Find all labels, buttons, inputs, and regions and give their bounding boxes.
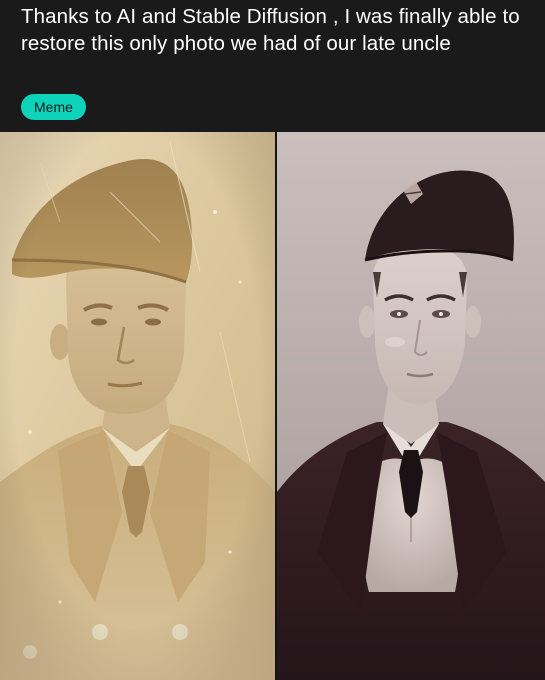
- post-image[interactable]: [0, 132, 545, 680]
- restored-photo: [277, 132, 545, 680]
- post-title[interactable]: Thanks to AI and Stable Diffusion , I wa…: [21, 3, 536, 57]
- flair-badge[interactable]: Meme: [21, 94, 86, 120]
- original-photo: [0, 132, 275, 680]
- post-header: Thanks to AI and Stable Diffusion , I wa…: [0, 0, 545, 132]
